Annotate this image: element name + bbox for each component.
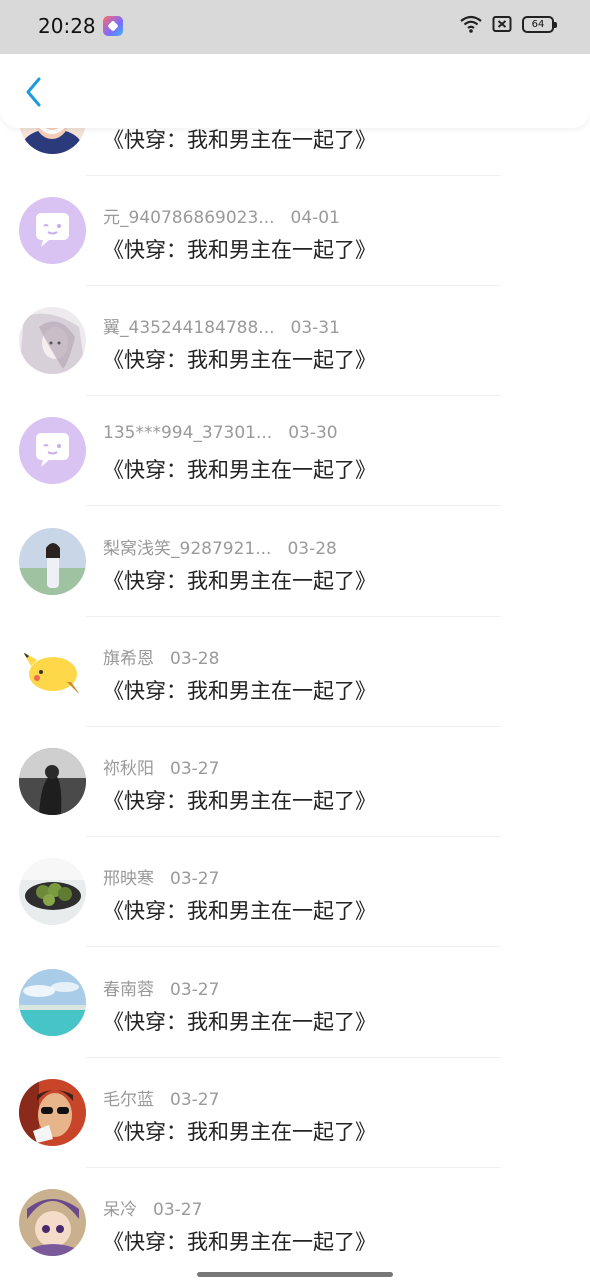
book-title[interactable]: 《快穿：我和男主在一起了》 <box>103 454 376 484</box>
comment-meta: 元_940786869023... 04-01 <box>103 203 340 228</box>
comment-meta: 旗希恩 03-28 <box>103 644 219 669</box>
user-avatar[interactable] <box>19 748 86 815</box>
status-time: 20:28 <box>38 14 96 38</box>
user-avatar[interactable] <box>19 969 86 1036</box>
list-item[interactable]: 祢秋阳 03-27 《快穿：我和男主在一起了》 <box>0 727 590 837</box>
comment-meta: 邢映寒 03-27 <box>103 864 219 889</box>
list-item[interactable]: 翼_435244184788... 03-31 《快穿：我和男主在一起了》 <box>0 286 590 396</box>
home-indicator[interactable] <box>197 1272 393 1277</box>
user-name[interactable]: 邢映寒 <box>103 869 154 889</box>
book-title[interactable]: 《快穿：我和男主在一起了》 <box>103 1116 376 1146</box>
comment-date: 03-31 <box>290 318 340 338</box>
battery-icon: 64 <box>522 15 557 33</box>
user-avatar[interactable] <box>19 528 86 595</box>
no-sim-icon <box>492 15 512 33</box>
user-avatar[interactable] <box>19 1079 86 1146</box>
user-avatar[interactable] <box>19 307 86 374</box>
comment-date: 03-27 <box>170 869 220 889</box>
list-item[interactable]: 邢映寒 03-27 《快穿：我和男主在一起了》 <box>0 837 590 947</box>
comment-meta: 毛尔蓝 03-27 <box>103 1085 219 1110</box>
list-item[interactable]: 元_940786869023... 04-01 《快穿：我和男主在一起了》 <box>0 176 590 286</box>
status-icons: 64 <box>460 15 557 33</box>
user-name[interactable]: 呆冷 <box>103 1200 137 1220</box>
list-item[interactable]: 毛尔蓝 03-27 《快穿：我和男主在一起了》 <box>0 1058 590 1168</box>
book-title[interactable]: 《快穿：我和男主在一起了》 <box>103 1006 376 1036</box>
book-title[interactable]: 《快穿：我和男主在一起了》 <box>103 344 376 374</box>
user-name[interactable]: 春南蓉 <box>103 980 154 1000</box>
book-title[interactable]: 《快穿：我和男主在一起了》 <box>103 675 376 705</box>
user-name[interactable]: 135***994_37301... <box>103 423 272 443</box>
comment-date: 03-30 <box>288 423 338 443</box>
user-name[interactable]: 毛尔蓝 <box>103 1090 154 1110</box>
battery-level: 64 <box>531 18 545 30</box>
comment-meta: 祢秋阳 03-27 <box>103 754 219 779</box>
wifi-icon <box>460 15 482 33</box>
user-name[interactable]: 祢秋阳 <box>103 759 154 779</box>
user-name[interactable]: 旗希恩 <box>103 649 154 669</box>
status-bar: 20:28 64 <box>0 0 590 54</box>
user-avatar[interactable] <box>19 858 86 925</box>
list-item[interactable]: 呆冷 03-27 《快穿：我和男主在一起了》 <box>0 1168 590 1278</box>
book-title[interactable]: 《快穿：我和男主在一起了》 <box>103 124 376 154</box>
list-item[interactable]: 旗希恩 03-28 《快穿：我和男主在一起了》 <box>0 617 590 727</box>
comment-meta: 呆冷 03-27 <box>103 1195 202 1220</box>
comment-meta: 135***994_37301... 03-30 <box>103 423 338 443</box>
book-title[interactable]: 《快穿：我和男主在一起了》 <box>103 234 376 264</box>
comment-meta: 翼_435244184788... 03-31 <box>103 313 340 338</box>
user-name[interactable]: 梨窝浅笑_9287921... <box>103 539 271 559</box>
comment-date: 03-27 <box>170 1090 220 1110</box>
list-item[interactable]: 135***994_37301... 03-30 《快穿：我和男主在一起了》 <box>0 396 590 506</box>
book-title[interactable]: 《快穿：我和男主在一起了》 <box>103 895 376 925</box>
header-bar <box>0 54 590 128</box>
divider <box>86 505 501 506</box>
book-title[interactable]: 《快穿：我和男主在一起了》 <box>103 565 376 595</box>
chevron-left-icon <box>26 77 41 107</box>
comment-date: 03-28 <box>287 539 337 559</box>
user-avatar[interactable] <box>19 1189 86 1256</box>
comment-date: 03-27 <box>153 1200 203 1220</box>
comment-meta: 春南蓉 03-27 <box>103 975 219 1000</box>
back-button[interactable] <box>14 72 54 112</box>
user-name[interactable]: 翼_435244184788... <box>103 318 275 338</box>
comment-meta: 梨窝浅笑_9287921... 03-28 <box>103 534 337 559</box>
divider <box>86 946 501 947</box>
comment-date: 03-27 <box>170 980 220 1000</box>
list-item[interactable]: 梨窝浅笑_9287921... 03-28 《快穿：我和男主在一起了》 <box>0 507 590 617</box>
comment-date: 04-01 <box>290 208 340 228</box>
user-avatar[interactable] <box>19 638 86 705</box>
user-name[interactable]: 元_940786869023... <box>103 208 275 228</box>
app-notification-icon <box>103 16 123 36</box>
list-item[interactable]: 春南蓉 03-27 《快穿：我和男主在一起了》 <box>0 948 590 1058</box>
comment-date: 03-28 <box>170 649 220 669</box>
book-title[interactable]: 《快穿：我和男主在一起了》 <box>103 1226 376 1256</box>
user-avatar[interactable] <box>19 417 86 484</box>
book-title[interactable]: 《快穿：我和男主在一起了》 <box>103 785 376 815</box>
comment-date: 03-27 <box>170 759 220 779</box>
user-avatar[interactable] <box>19 197 86 264</box>
